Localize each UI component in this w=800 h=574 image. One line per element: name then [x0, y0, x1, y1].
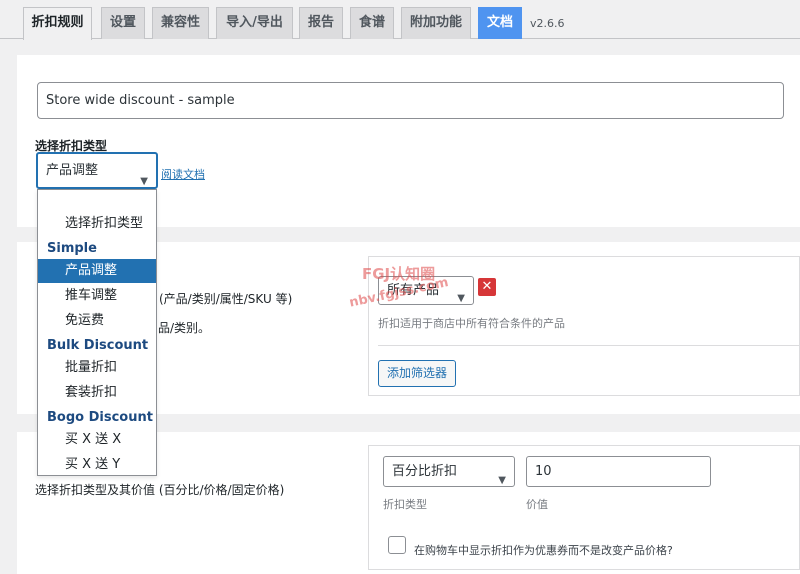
tab-settings[interactable]: 设置	[101, 7, 145, 39]
discount-value-field-label: 价值	[526, 498, 548, 511]
filter-description: (产品/类别/属性/SKU 等)	[159, 292, 293, 306]
dropdown-option[interactable]: 买 X 送 Y	[38, 453, 156, 475]
discount-description: 选择折扣类型及其价值 (百分比/价格/固定价格)	[35, 483, 285, 497]
dropdown-option[interactable]: 免运费	[38, 309, 156, 333]
filter-hint: 折扣适用于商店中所有符合条件的产品	[378, 317, 565, 330]
dropdown-option[interactable]: 批量折扣	[38, 356, 156, 380]
discount-type-select[interactable]: 产品调整 ▼	[36, 152, 158, 189]
tab-discount-rules[interactable]: 折扣规则	[23, 7, 92, 40]
tab-compatibility[interactable]: 兼容性	[152, 7, 209, 39]
dropdown-option[interactable]: 产品调整	[38, 259, 156, 283]
dropdown-option[interactable]: 推车调整	[38, 284, 156, 308]
coupon-checkbox-label: 在购物车中显示折扣作为优惠券而不是改变产品价格?	[414, 544, 673, 557]
close-icon: ✕	[481, 279, 493, 294]
tab-bar: 折扣规则 设置 兼容性 导入/导出 报告 食谱 附加功能 文档 v2.6.6	[0, 0, 800, 40]
discount-type-dropdown: 选择折扣类型 Simple Discount 产品调整 推车调整 免运费 Bul…	[37, 189, 157, 476]
version-label: v2.6.6	[530, 17, 565, 30]
filter-description-2: 品/类别。	[158, 321, 211, 335]
tab-recipes[interactable]: 食谱	[350, 7, 394, 39]
chevron-down-icon: ▼	[498, 474, 506, 486]
dropdown-group-label: Bulk Discount	[47, 338, 149, 353]
dropdown-option[interactable]: 买 X 送 X	[38, 428, 156, 452]
read-docs-link[interactable]: 阅读文档	[161, 166, 205, 182]
tab-import-export[interactable]: 导入/导出	[216, 7, 293, 39]
coupon-checkbox[interactable]	[388, 536, 406, 554]
dropdown-group-label: Simple Discount	[47, 241, 111, 278]
dropdown-option[interactable]: 套装折扣	[38, 381, 156, 405]
discount-value-type-select-value: 百分比折扣	[392, 464, 458, 479]
filter-divider	[378, 345, 800, 346]
tab-addons[interactable]: 附加功能	[401, 7, 471, 39]
rule-title-input[interactable]: Store wide discount - sample	[37, 82, 784, 119]
tab-documentation[interactable]: 文档	[478, 7, 522, 39]
discount-type-field-label: 折扣类型	[383, 498, 427, 511]
discount-value-type-select[interactable]: 百分比折扣 ▼	[383, 456, 515, 487]
discount-type-select-value: 产品调整	[46, 163, 99, 178]
dropdown-group-label: Bogo Discount	[47, 410, 153, 425]
dropdown-option[interactable]: 选择折扣类型	[38, 212, 156, 236]
tab-reports[interactable]: 报告	[299, 7, 343, 39]
add-filter-button[interactable]: 添加筛选器	[378, 360, 456, 387]
discount-value-input[interactable]: 10	[526, 456, 711, 487]
chevron-down-icon: ▼	[457, 292, 465, 304]
remove-filter-button[interactable]: ✕	[478, 278, 496, 296]
